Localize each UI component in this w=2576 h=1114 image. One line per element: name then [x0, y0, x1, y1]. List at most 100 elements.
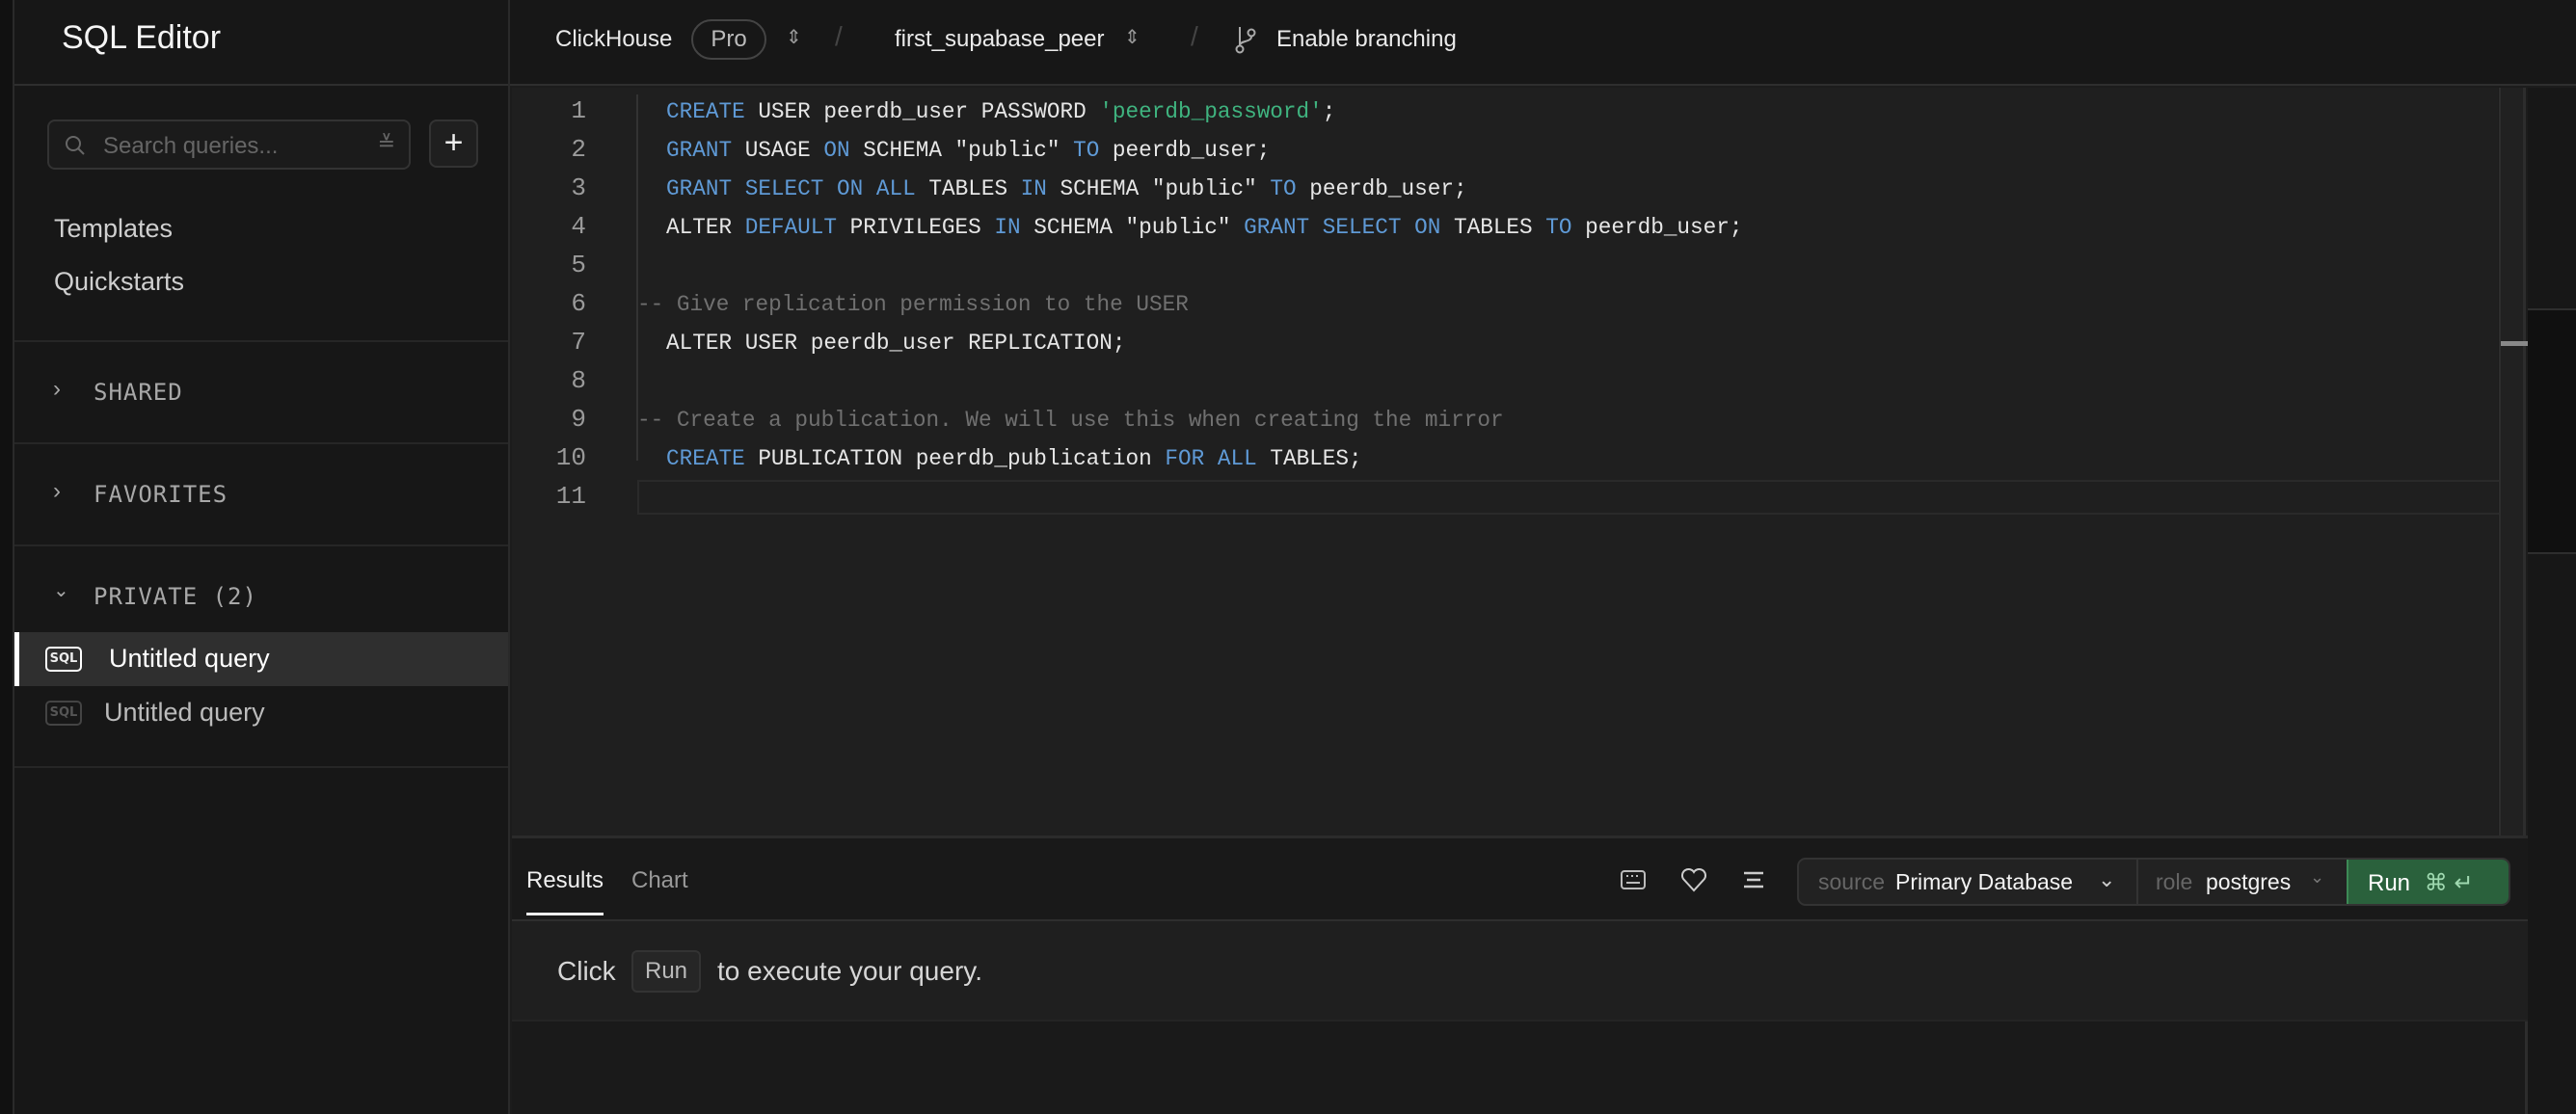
- code-line[interactable]: -- Create a publication. We will use thi…: [637, 408, 1504, 433]
- selector-icon[interactable]: ⇕: [1124, 25, 1140, 49]
- search-placeholder: Search queries...: [103, 133, 279, 159]
- divider: [14, 442, 508, 444]
- format-icon[interactable]: [1739, 865, 1768, 894]
- code-line[interactable]: -- Give replication permission to the US…: [637, 292, 1189, 317]
- role-select[interactable]: role postgres ⌄: [2138, 860, 2350, 904]
- code-line[interactable]: ALTER DEFAULT PRIVILEGES IN SCHEMA "publ…: [666, 215, 1743, 240]
- tab-results[interactable]: Results: [526, 867, 604, 915]
- line-number: 4: [571, 212, 586, 241]
- code-line[interactable]: ALTER USER peerdb_user REPLICATION;: [666, 331, 1126, 356]
- code-line[interactable]: GRANT SELECT ON ALL TABLES IN SCHEMA "pu…: [666, 176, 1467, 201]
- keyword-token: SELECT: [1322, 215, 1402, 240]
- results-toolbar: Results Chart source Primary Database ⌄ …: [512, 836, 2528, 921]
- sql-icon: SQL: [45, 701, 82, 726]
- separator: /: [835, 21, 843, 51]
- source-select[interactable]: source Primary Database ⌄: [1799, 860, 2138, 904]
- query-label: Untitled query: [104, 698, 265, 727]
- line-number: 5: [571, 251, 586, 279]
- run-shortcut: ⌘ ↵: [2424, 870, 2474, 896]
- source-label: source: [1818, 869, 1886, 894]
- org-name[interactable]: ClickHouse: [555, 26, 672, 53]
- chevron-right-icon[interactable]: ›: [53, 376, 61, 403]
- keyword-token: ON: [1414, 215, 1441, 240]
- role-label: role: [2156, 869, 2193, 894]
- message-text: to execute your query.: [717, 956, 982, 986]
- new-query-button[interactable]: +: [429, 119, 478, 168]
- query-label: Untitled query: [109, 644, 270, 673]
- right-panel-section: [2528, 308, 2576, 554]
- code-token: USER peerdb_user PASSWORD: [744, 99, 1100, 124]
- line-number: 2: [571, 135, 586, 164]
- keyword-token: TO: [1545, 215, 1572, 240]
- line-number: 7: [571, 328, 586, 357]
- templates-link[interactable]: Templates: [54, 214, 173, 244]
- current-line-highlight: [637, 480, 2525, 515]
- keyword-token: ON: [823, 138, 850, 163]
- indent-guide: [636, 94, 638, 461]
- code-token: peerdb_user;: [1296, 176, 1467, 201]
- code-line[interactable]: CREATE PUBLICATION peerdb_publication FO…: [666, 446, 1362, 471]
- code-token: ;: [1322, 99, 1336, 124]
- editor-scrollbar[interactable]: [2499, 88, 2526, 836]
- chevrons-icon[interactable]: ≚: [378, 131, 395, 156]
- top-bar: ClickHouse Pro ⇕ / first_supabase_peer ⇕…: [510, 0, 2576, 86]
- line-number: 10: [555, 443, 586, 472]
- comment-token: -- Create a publication. We will use thi…: [637, 408, 1504, 433]
- chevron-right-icon[interactable]: ›: [53, 478, 61, 505]
- enable-branching-button[interactable]: Enable branching: [1276, 26, 1457, 53]
- keyword-token: ALL: [875, 176, 916, 201]
- quickstarts-link[interactable]: Quickstarts: [54, 267, 184, 297]
- divider: [14, 544, 508, 546]
- run-kbd: Run: [631, 950, 702, 993]
- chevron-down-icon: ⌄: [2310, 867, 2325, 887]
- keyboard-icon[interactable]: [1619, 865, 1648, 894]
- line-number: 9: [571, 405, 586, 434]
- code-token: TABLES;: [1256, 446, 1362, 471]
- run-label: Run: [2368, 870, 2411, 896]
- comment-token: -- Give replication permission to the US…: [637, 292, 1189, 317]
- section-private[interactable]: PRIVATE (2): [94, 583, 257, 610]
- heart-icon[interactable]: [1679, 865, 1708, 894]
- query-item[interactable]: SQL Untitled query: [14, 632, 508, 686]
- code-token: TABLES: [915, 176, 1021, 201]
- keyword-token: IN: [994, 215, 1021, 240]
- project-name[interactable]: first_supabase_peer: [895, 26, 1104, 53]
- line-number: 6: [571, 289, 586, 318]
- run-controls: source Primary Database ⌄ role postgres …: [1797, 858, 2510, 906]
- tab-chart[interactable]: Chart: [631, 867, 688, 894]
- divider: [14, 766, 508, 768]
- keyword-token: IN: [1020, 176, 1047, 201]
- run-button[interactable]: Run ⌘ ↵: [2347, 860, 2509, 904]
- keyword-token: FOR: [1165, 446, 1205, 471]
- line-number: 3: [571, 173, 586, 202]
- code-token: PRIVILEGES: [837, 215, 995, 240]
- sidebar: SQL Editor Search queries... ≚ + Templat…: [14, 0, 510, 1114]
- section-favorites[interactable]: FAVORITES: [94, 481, 228, 508]
- page-title: SQL Editor: [62, 19, 222, 56]
- line-number: 1: [571, 96, 586, 125]
- line-number: 8: [571, 366, 586, 395]
- search-input[interactable]: Search queries... ≚: [47, 119, 411, 170]
- keyword-token: CREATE: [666, 99, 745, 124]
- section-shared[interactable]: SHARED: [94, 379, 183, 406]
- right-panel: [2528, 88, 2576, 1114]
- chevron-down-icon[interactable]: ⌄: [53, 578, 69, 602]
- code-token: SCHEMA "public": [1020, 215, 1245, 240]
- code-token: TABLES: [1440, 215, 1546, 240]
- line-number: 11: [555, 482, 586, 511]
- selector-icon[interactable]: ⇕: [786, 25, 802, 49]
- scroll-thumb[interactable]: [2501, 341, 2528, 346]
- role-value: postgres: [2206, 869, 2292, 894]
- code-token: peerdb_user;: [1571, 215, 1743, 240]
- results-area: [512, 1021, 2528, 1114]
- query-item[interactable]: SQL Untitled query: [14, 686, 508, 740]
- code-line[interactable]: CREATE USER peerdb_user PASSWORD 'peerdb…: [666, 99, 1335, 124]
- source-value: Primary Database: [1895, 869, 2074, 894]
- code-token: ALTER USER peerdb_user REPLICATION;: [666, 331, 1126, 356]
- code-line[interactable]: GRANT USAGE ON SCHEMA "public" TO peerdb…: [666, 138, 1270, 163]
